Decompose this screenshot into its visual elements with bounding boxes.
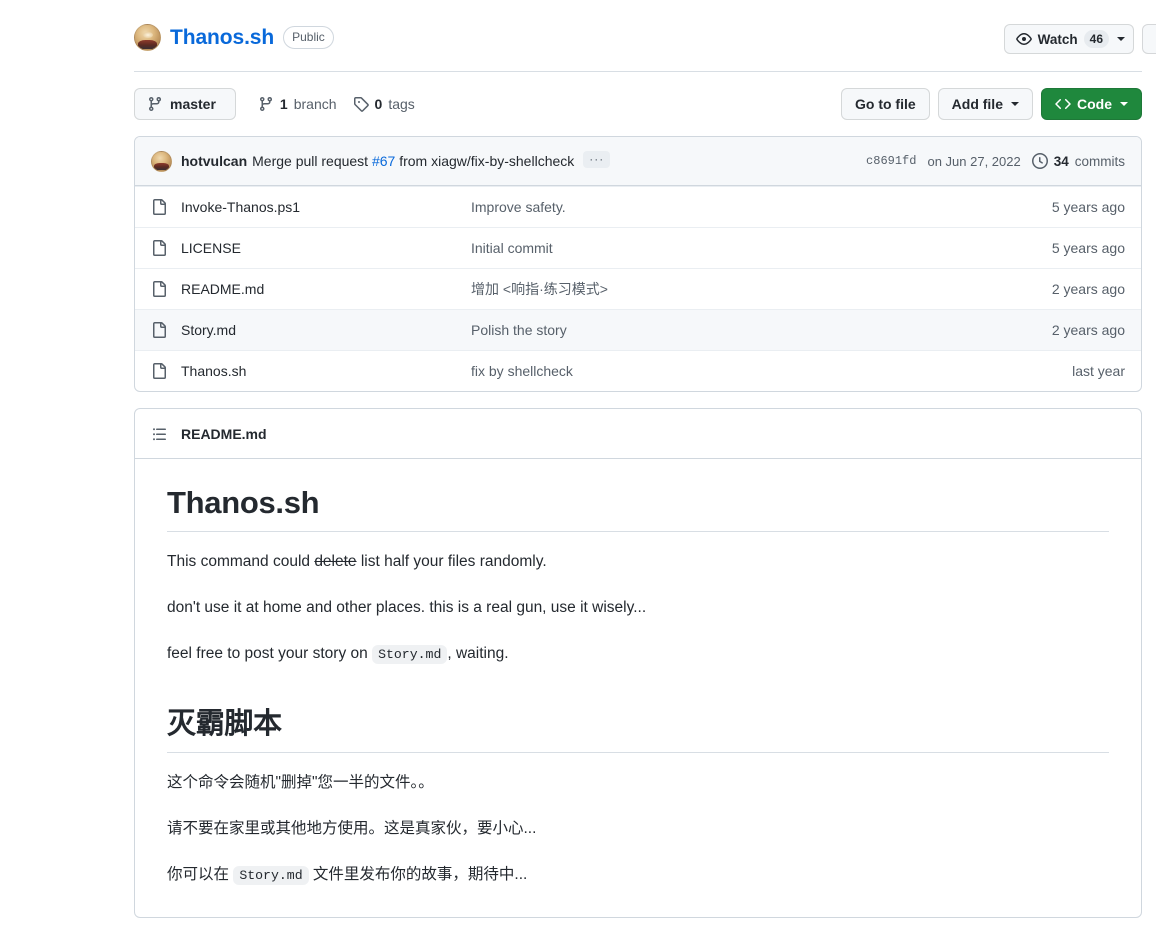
- readme-paragraph-6: 你可以在 Story.md 文件里发布你的故事，期待中...: [167, 863, 1109, 887]
- branch-selector[interactable]: master: [134, 88, 236, 120]
- readme-panel: README.md Thanos.sh This command could d…: [134, 408, 1142, 919]
- repository-page: Thanos.sh Public Watch 46 master 1 branc…: [0, 0, 1158, 919]
- file-timestamp: 5 years ago: [1051, 240, 1125, 256]
- file-commit-message[interactable]: Polish the story: [471, 322, 1036, 338]
- eye-icon: [1015, 31, 1032, 47]
- table-row[interactable]: LICENSE Initial commit 5 years ago: [135, 227, 1141, 268]
- code-label: Code: [1077, 96, 1112, 112]
- readme-header: README.md: [135, 409, 1141, 459]
- readme-paragraph-3: feel free to post your story on Story.md…: [167, 642, 1109, 666]
- add-file-button[interactable]: Add file: [937, 88, 1033, 120]
- file-list-panel: hotvulcan Merge pull request #67 from xi…: [134, 136, 1142, 392]
- branches-label: branch: [293, 96, 337, 112]
- file-icon: [151, 240, 167, 256]
- commit-meta: c8691fd on Jun 27, 2022 34 commits: [866, 153, 1125, 169]
- paragraph-1-part-a: This command could: [167, 553, 315, 570]
- branches-link[interactable]: 1 branch: [258, 96, 337, 112]
- branch-selector-label: master: [170, 96, 216, 112]
- file-timestamp: 2 years ago: [1051, 281, 1125, 297]
- owner-avatar[interactable]: [134, 24, 161, 51]
- commit-history-link[interactable]: 34 commits: [1031, 153, 1125, 169]
- repo-header: Thanos.sh Public Watch 46: [0, 0, 1158, 54]
- branch-icon: [147, 96, 163, 112]
- readme-body: Thanos.sh This command could delete list…: [135, 459, 1141, 917]
- branch-icon: [258, 96, 274, 112]
- table-row[interactable]: Invoke-Thanos.ps1 Improve safety. 5 year…: [135, 186, 1141, 227]
- file-commit-message[interactable]: Improve safety.: [471, 199, 1036, 215]
- file-name[interactable]: LICENSE: [181, 240, 471, 256]
- page-title[interactable]: Thanos.sh: [170, 26, 274, 50]
- inline-code-story-md: Story.md: [372, 645, 448, 665]
- paragraph-3-part-b: , waiting.: [447, 645, 509, 663]
- readme-heading-cn: 灭霸脚本: [167, 700, 1109, 754]
- commit-expand-button[interactable]: ···: [583, 150, 611, 168]
- header-actions: Watch 46: [1003, 16, 1156, 54]
- watch-count: 46: [1083, 30, 1109, 48]
- paragraph-1-part-b: list half your files randomly.: [356, 553, 547, 570]
- file-name[interactable]: Thanos.sh: [181, 363, 471, 379]
- tag-icon: [353, 96, 369, 112]
- paragraph-6-part-a: 你可以在: [167, 866, 234, 884]
- repo-meta-links: 1 branch 0 tags: [258, 96, 415, 112]
- file-icon: [151, 199, 167, 215]
- file-timestamp: last year: [1072, 363, 1125, 379]
- code-brackets-icon: [1055, 96, 1071, 112]
- fork-button-partial[interactable]: [1142, 24, 1156, 54]
- table-row[interactable]: Story.md Polish the story 2 years ago: [135, 309, 1141, 350]
- latest-commit-bar: hotvulcan Merge pull request #67 from xi…: [135, 137, 1141, 186]
- commit-author-avatar[interactable]: [151, 150, 172, 172]
- commit-date: on Jun 27, 2022: [927, 153, 1021, 169]
- file-icon: [151, 281, 167, 297]
- readme-paragraph-5: 请不要在家里或其他地方使用。这是真家伙，要小心...: [167, 820, 537, 838]
- file-timestamp: 2 years ago: [1051, 322, 1125, 338]
- commit-message-prefix: Merge pull request: [252, 153, 372, 169]
- repo-title-row: Thanos.sh Public: [134, 16, 334, 51]
- chevron-down-icon[interactable]: [1117, 37, 1125, 41]
- go-to-file-label: Go to file: [854, 96, 916, 112]
- paragraph-1-strikethrough: delete: [314, 553, 357, 570]
- file-timestamp: 5 years ago: [1051, 199, 1125, 215]
- list-unordered-icon[interactable]: [151, 426, 167, 442]
- commits-label: commits: [1074, 153, 1125, 169]
- commits-count: 34: [1053, 153, 1069, 169]
- file-commit-message[interactable]: 增加 <响指·练习模式>: [471, 279, 1036, 299]
- file-name[interactable]: README.md: [181, 281, 471, 297]
- commit-sha[interactable]: c8691fd: [866, 154, 916, 168]
- readme-title: README.md: [181, 425, 267, 442]
- commit-author[interactable]: hotvulcan: [181, 153, 247, 169]
- table-row[interactable]: README.md 增加 <响指·练习模式> 2 years ago: [135, 268, 1141, 309]
- file-name[interactable]: Invoke-Thanos.ps1: [181, 199, 471, 215]
- file-name[interactable]: Story.md: [181, 322, 471, 338]
- file-commit-message[interactable]: Initial commit: [471, 240, 1036, 256]
- tags-count: 0: [374, 96, 383, 112]
- commit-message-suffix: from xiagw/fix-by-shellcheck: [395, 153, 575, 169]
- chevron-down-icon: [1011, 102, 1019, 106]
- paragraph-3-part-a: feel free to post your story on: [167, 645, 373, 663]
- paragraph-6-part-b: 文件里发布你的故事，期待中...: [308, 866, 528, 884]
- branches-count: 1: [279, 96, 288, 112]
- watch-button[interactable]: Watch 46: [1003, 24, 1134, 54]
- tags-label: tags: [388, 96, 415, 112]
- commit-message: Merge pull request #67 from xiagw/fix-by…: [252, 153, 574, 169]
- readme-paragraph-1: This command could delete list half your…: [167, 550, 1109, 574]
- clock-icon: [1031, 153, 1048, 169]
- readme-paragraph-4: 这个命令会随机"删掉"您一半的文件。。: [167, 774, 434, 792]
- table-row[interactable]: Thanos.sh fix by shellcheck last year: [135, 350, 1141, 391]
- file-commit-message[interactable]: fix by shellcheck: [471, 363, 1056, 379]
- watch-label: Watch: [1037, 31, 1078, 47]
- tags-link[interactable]: 0 tags: [353, 96, 415, 112]
- status-badge: Public: [283, 26, 334, 49]
- pull-request-link[interactable]: #67: [372, 153, 395, 169]
- repo-toolbar: master 1 branch 0 tags Go to file Add fi…: [0, 72, 1158, 120]
- go-to-file-button[interactable]: Go to file: [840, 88, 930, 120]
- file-icon: [151, 363, 167, 379]
- readme-heading-en: Thanos.sh: [167, 485, 1109, 532]
- toolbar-actions: Go to file Add file Code: [840, 88, 1142, 120]
- file-icon: [151, 322, 167, 338]
- code-button[interactable]: Code: [1041, 88, 1142, 120]
- add-file-label: Add file: [951, 96, 1003, 112]
- readme-paragraph-2: don't use it at home and other places. t…: [167, 599, 647, 617]
- inline-code-story-md: Story.md: [233, 866, 309, 886]
- chevron-down-icon: [1120, 102, 1128, 106]
